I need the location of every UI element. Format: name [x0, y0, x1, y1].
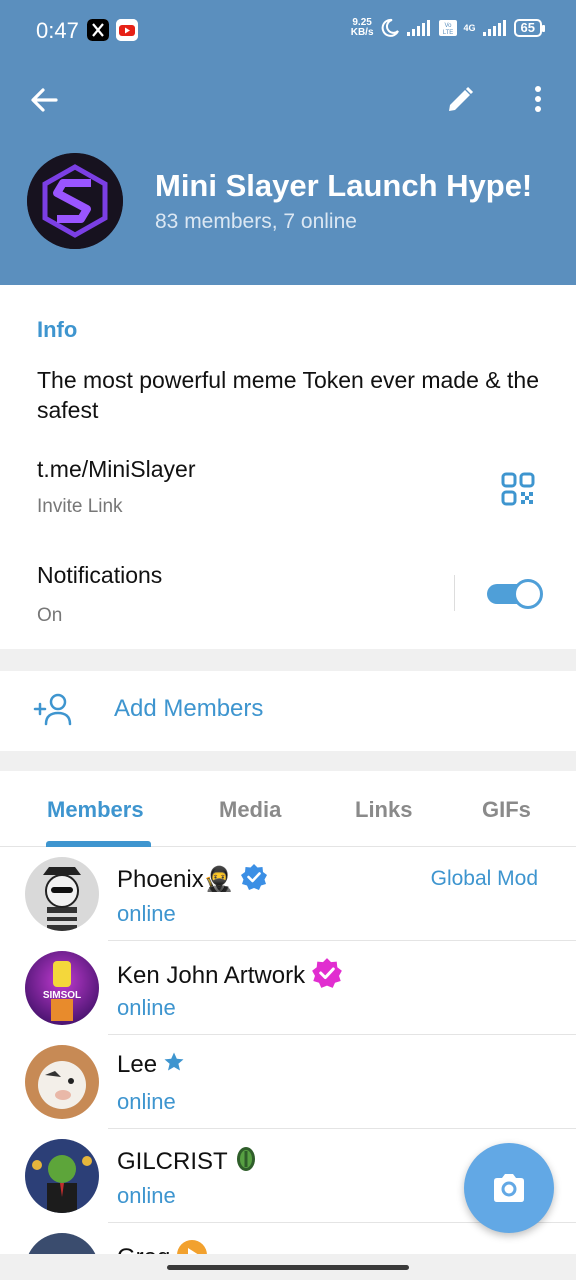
group-title: Mini Slayer Launch Hype!: [155, 168, 533, 203]
moon-icon: [381, 18, 399, 37]
group-member-count: 83 members, 7 online: [155, 210, 357, 233]
star-icon: [163, 1051, 185, 1080]
member-status: online: [117, 1089, 176, 1114]
arrow-left-icon: [31, 88, 58, 112]
avatar: SIMSOL: [25, 951, 99, 1025]
info-heading: Info: [37, 317, 78, 342]
back-button[interactable]: [24, 80, 64, 120]
avatar: [25, 1045, 99, 1119]
add-members-row[interactable]: Add Members: [0, 671, 576, 751]
network-type: 4G: [463, 22, 476, 33]
tab-bar: Members Media Links GIFs: [0, 771, 576, 847]
status-bar: 0:47 9.25 KB/s Vo LTE 4G 65: [0, 0, 576, 62]
youtube-app-icon: [116, 19, 138, 41]
avatar: [25, 1139, 99, 1213]
status-right-group: 9.25 KB/s Vo LTE 4G 65: [351, 18, 546, 38]
qr-code-icon: [501, 472, 535, 506]
gesture-navigation-bar: [0, 1254, 576, 1280]
group-avatar[interactable]: [27, 153, 123, 249]
member-row[interactable]: SIMSOL Ken John Artwork online: [0, 941, 576, 1035]
svg-text:Vo: Vo: [444, 23, 452, 29]
member-name: Phoenix🥷: [117, 863, 268, 898]
verified-pink-icon: [311, 957, 343, 996]
home-indicator[interactable]: [167, 1265, 409, 1270]
member-row[interactable]: Phoenix🥷 online Global Mod: [0, 847, 576, 941]
coin-icon: [234, 1145, 258, 1180]
signal-icon-2: [482, 20, 506, 36]
more-options-button[interactable]: [518, 80, 558, 120]
avatar: [25, 857, 99, 931]
member-status: online: [117, 995, 176, 1020]
member-name-text: Phoenix🥷: [117, 865, 234, 893]
status-time: 0:47: [36, 18, 79, 43]
signal-icon: [406, 20, 430, 36]
network-speed: 9.25 KB/s: [351, 18, 374, 38]
member-row[interactable]: Lee online: [0, 1035, 576, 1129]
member-status: online: [117, 1183, 176, 1208]
member-name-text: Ken John Artwork: [117, 961, 306, 989]
member-name-text: Lee: [117, 1051, 158, 1078]
member-name: GILCRIST: [117, 1145, 258, 1180]
info-section: Info The most powerful meme Token ever m…: [0, 285, 576, 649]
group-description: The most powerful meme Token ever made &…: [37, 367, 539, 423]
group-header: 0:47 9.25 KB/s Vo LTE 4G 65 Mini Slayer …: [0, 0, 576, 285]
notifications-label: Notifications: [37, 562, 163, 588]
notifications-state: On: [37, 605, 63, 626]
member-status: online: [117, 901, 176, 926]
battery-indicator: 65: [513, 19, 546, 37]
svg-text:LTE: LTE: [442, 30, 453, 36]
member-role: Global Mod: [430, 867, 538, 890]
tab-members[interactable]: Members: [47, 797, 144, 823]
edit-button[interactable]: [440, 80, 480, 120]
notifications-toggle[interactable]: [487, 578, 543, 609]
avatar-text: SIMSOL: [43, 990, 81, 1001]
more-vertical-icon: [535, 86, 541, 112]
invite-link[interactable]: t.me/MiniSlayer: [37, 456, 195, 483]
camera-fab-button[interactable]: [464, 1143, 554, 1233]
add-user-icon: [33, 691, 73, 727]
qr-code-button[interactable]: [500, 471, 536, 507]
member-name: Lee: [117, 1051, 185, 1080]
tab-media[interactable]: Media: [219, 797, 281, 823]
toggle-knob: [513, 579, 543, 609]
member-name-text: GILCRIST: [117, 1147, 228, 1175]
pencil-icon: [449, 86, 474, 111]
member-name: Ken John Artwork: [117, 957, 343, 996]
tab-links[interactable]: Links: [355, 797, 412, 823]
divider: [454, 575, 455, 611]
group-logo-icon: [27, 153, 123, 249]
verified-blue-icon: [240, 863, 268, 898]
add-members-label: Add Members: [114, 695, 264, 722]
invite-link-label: Invite Link: [37, 496, 123, 517]
camera-icon: [494, 1174, 524, 1202]
volte-icon: VoLTE: [438, 20, 457, 36]
x-app-icon: [87, 19, 109, 41]
tab-gifs[interactable]: GIFs: [482, 797, 531, 823]
speed-unit: KB/s: [350, 27, 374, 38]
